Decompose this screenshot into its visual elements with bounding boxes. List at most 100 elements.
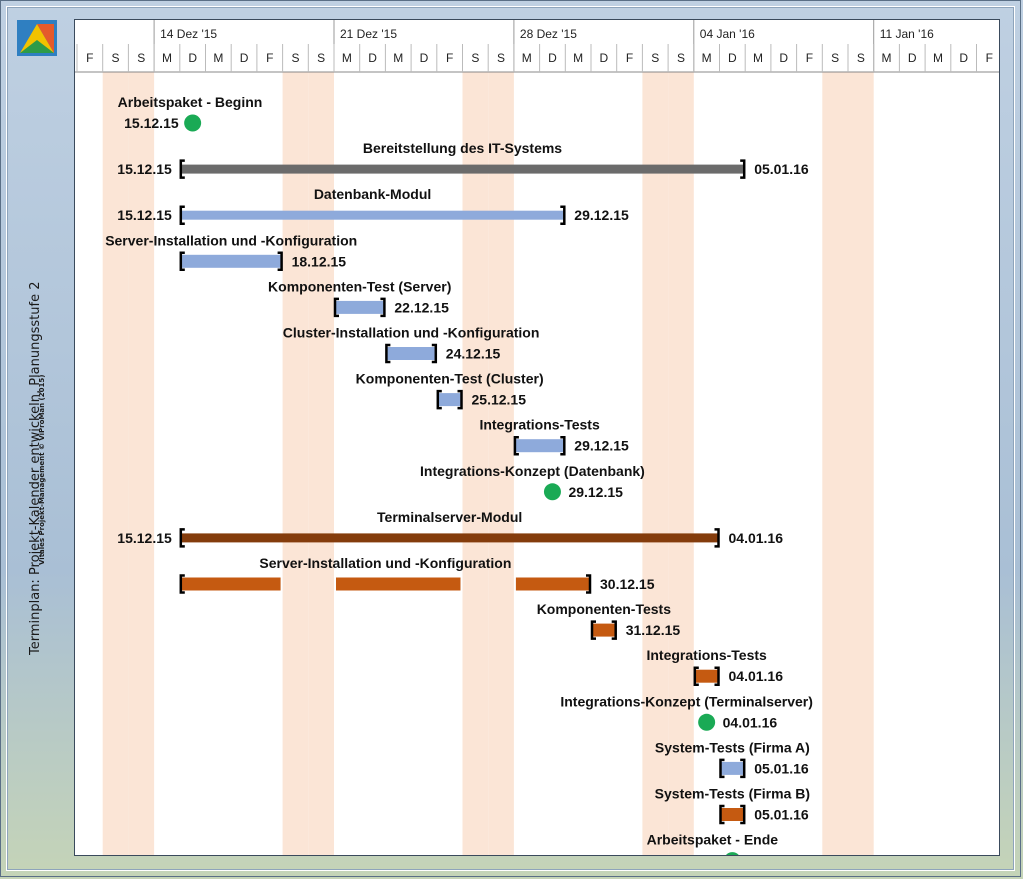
weekend-band [102,72,129,855]
row-title: Datenbank-Modul [314,186,431,202]
task-bar [181,164,744,174]
day-letter: D [779,51,788,65]
bar-start-label: 15.12.15 [117,207,172,223]
day-letter: M [213,51,223,65]
row-title: Komponenten-Test (Cluster) [356,371,544,387]
task-bar [695,669,718,683]
day-letter: M [162,51,172,65]
day-letter: D [240,51,249,65]
task-bar [593,623,615,637]
row-title: Integrations-Tests [646,647,767,663]
day-letter: F [266,51,273,65]
day-letter: D [548,51,557,65]
weekend-band [642,72,669,855]
bar-end-label: 05.01.16 [754,760,809,776]
task-bar [438,393,461,407]
row-title: System-Tests (Firma B) [655,786,810,802]
row-title: Integrations-Konzept (Terminalserver) [560,693,813,709]
bar-end-label: 05.01.16 [754,807,809,823]
bar-end-label: 25.12.15 [472,392,527,408]
day-letter: M [882,51,892,65]
bar-end-label: 31.12.15 [626,622,681,638]
row-title: Integrations-Tests [479,417,600,433]
task-bar [387,347,435,360]
row-title: Terminalserver-Modul [377,509,522,525]
row-title: Cluster-Installation und -Konfiguration [283,325,540,341]
bar-end-label: 04.01.16 [729,530,784,546]
bar-end-label: 05.01.16 [754,161,809,177]
day-letter: D [420,51,429,65]
day-letter: F [626,51,633,65]
weekend-band [668,72,694,855]
day-letter: S [677,51,685,65]
bar-start-label: 15.12.15 [117,161,172,177]
day-letter: M [702,51,712,65]
day-letter: D [959,51,968,65]
task-bar [721,761,744,775]
task-bar [181,533,718,543]
side-subtitle: Vitales Projekt-Management © ViProMan (2… [38,374,46,565]
day-letter: S [137,51,145,65]
gantt-chart-area: 14 Dez '15 21 Dez '15 28 Dez '15 04 Jan '16… [74,19,1000,856]
bar-end-label: 24.12.15 [446,346,501,362]
row-title: Arbeitspaket - Ende [647,832,779,848]
weekend-band [282,72,309,855]
milestone-date-label: 29.12.15 [568,484,623,500]
week-label: 04 Jan '16 [700,27,755,41]
row-title: Arbeitspaket - Beginn [118,94,263,110]
milestone-date-label: 05.01.16 [748,853,803,856]
bar-end-label: 18.12.15 [292,253,347,269]
bar-end-label: 29.12.15 [574,207,629,223]
milestone-marker [543,483,561,501]
bar-start-label: 15.12.15 [117,530,172,546]
milestone-marker [725,852,739,855]
day-letter: D [600,51,609,65]
day-letter: M [342,51,352,65]
day-letter: F [86,51,93,65]
day-letter: S [831,51,839,65]
viproman-logo-icon [17,20,57,56]
weekend-band [822,72,848,855]
day-letter: S [471,51,479,65]
day-letter: D [188,51,197,65]
day-letter: F [806,51,813,65]
row-title: Server-Installation und -Konfiguration [259,555,511,571]
bar-end-label: 30.12.15 [600,576,655,592]
row-title: Integrations-Konzept (Datenbank) [420,463,645,479]
task-bar [181,577,281,591]
day-letter: M [522,51,532,65]
day-letter: M [393,51,403,65]
row-title: System-Tests (Firma A) [655,739,810,755]
gantt-chart: 14 Dez '15 21 Dez '15 28 Dez '15 04 Jan '16… [75,20,999,856]
day-letter: M [573,51,583,65]
milestone-marker [184,114,202,132]
milestone-marker [698,713,716,731]
week-label: 14 Dez '15 [160,27,217,41]
day-letter: D [728,51,737,65]
bar-end-label: 22.12.15 [394,299,449,315]
weekend-band [128,72,155,855]
row-title: Komponenten-Test (Server) [268,278,451,294]
task-bar [515,439,564,453]
week-label: 21 Dez '15 [340,27,397,41]
task-bar [721,808,744,821]
day-letter: S [112,51,120,65]
row-title: Server-Installation und -Konfiguration [105,232,357,248]
day-letter: S [857,51,865,65]
task-bar [336,577,461,591]
row-title: Bereitstellung des IT-Systems [363,140,562,156]
day-letter: S [317,51,325,65]
day-letter: D [368,51,377,65]
task-bar [181,210,564,220]
day-letter: S [291,51,299,65]
task-bar [336,300,384,314]
day-letter: M [933,51,943,65]
weekend-band [848,72,874,855]
week-label: 28 Dez '15 [520,27,577,41]
day-letter: M [753,51,763,65]
bar-end-label: 29.12.15 [574,438,629,454]
milestone-date-label: 04.01.16 [723,714,778,730]
day-letter: D [908,51,917,65]
day-letter: F [986,51,993,65]
day-letter: S [497,51,505,65]
